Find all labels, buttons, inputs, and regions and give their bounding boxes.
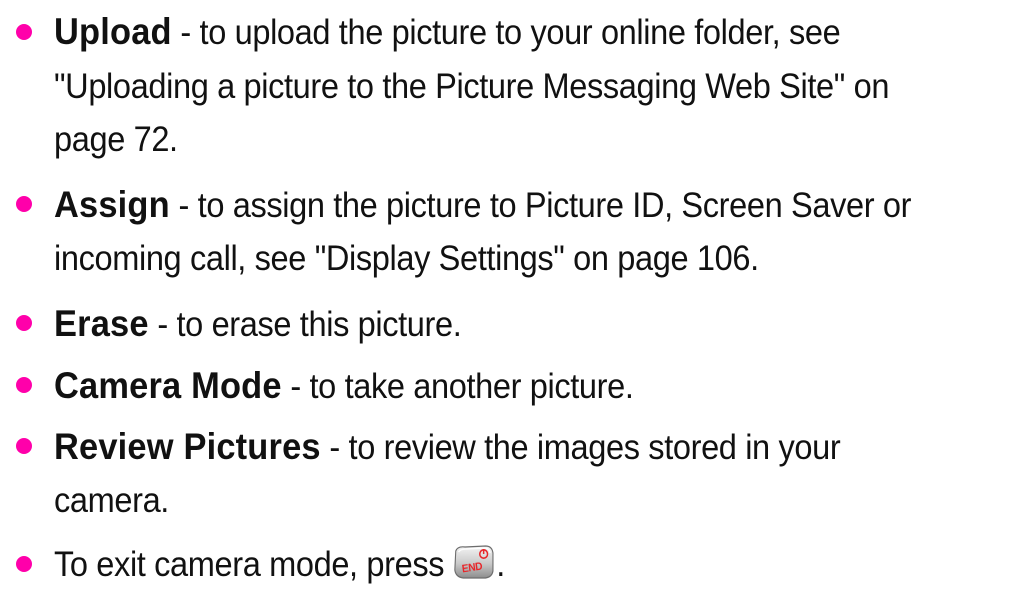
description-camera-mode: - to take another picture.: [281, 367, 634, 406]
description-review-pictures: - to review the images stored in your: [320, 428, 841, 467]
list-item-first-line: Erase - to erase this picture.: [54, 302, 462, 347]
bullet-icon: [16, 24, 32, 40]
term-upload: Upload: [54, 11, 172, 52]
description-upload: - to upload the picture to your online f…: [171, 13, 841, 52]
bullet-icon: [16, 315, 32, 331]
term-erase: Erase: [54, 303, 149, 344]
exit-instruction: To exit camera mode, press END .: [54, 543, 505, 587]
continuation-line: camera.: [54, 481, 169, 520]
list-item-first-line: Upload - to upload the picture to your o…: [54, 10, 841, 55]
bullet-icon: [16, 377, 32, 393]
exit-period: .: [496, 545, 505, 584]
term-camera-mode: Camera Mode: [54, 365, 282, 406]
term-review-pictures: Review Pictures: [54, 426, 321, 467]
list-item-first-line: Camera Mode - to take another picture.: [54, 364, 634, 409]
bullet-icon: [16, 556, 32, 572]
term-assign: Assign: [54, 184, 170, 225]
continuation-line: page 72.: [54, 120, 178, 159]
continuation-line: incoming call, see "Display Settings" on…: [54, 239, 759, 278]
list-item-first-line: Assign - to assign the picture to Pictur…: [54, 183, 911, 228]
description-erase: - to erase this picture.: [148, 305, 462, 344]
bullet-icon: [16, 438, 32, 454]
document-page: Upload - to upload the picture to your o…: [0, 0, 1026, 609]
continuation-line: "Uploading a picture to the Picture Mess…: [54, 67, 890, 106]
exit-text: To exit camera mode, press: [54, 545, 445, 584]
description-assign: - to assign the picture to Picture ID, S…: [169, 186, 912, 225]
end-key-icon: END: [452, 544, 495, 580]
bullet-icon: [16, 196, 32, 212]
list-item-first-line: Review Pictures - to review the images s…: [54, 425, 841, 470]
